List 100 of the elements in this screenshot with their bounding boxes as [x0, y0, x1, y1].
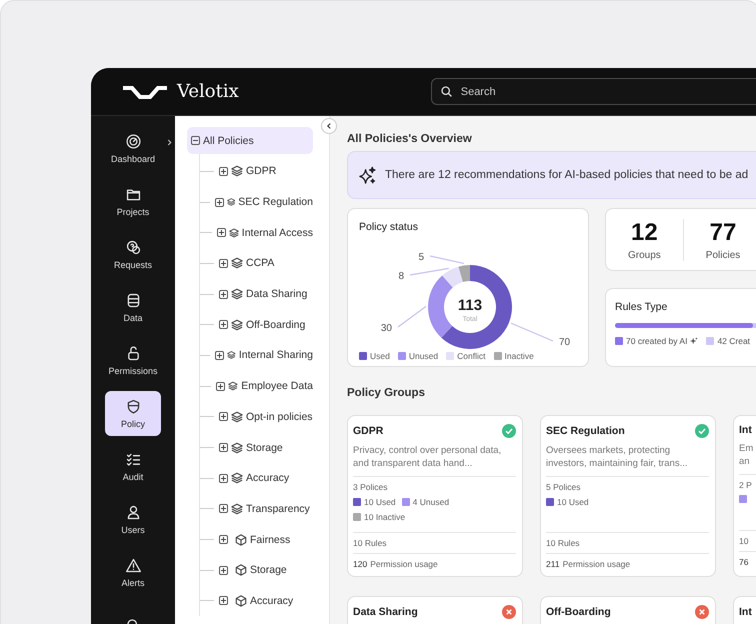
legend-swatch	[353, 513, 361, 521]
nav-item[interactable]: Alerts	[105, 550, 161, 595]
legend-swatch	[402, 498, 410, 506]
gauge-icon	[124, 133, 142, 150]
tree-item[interactable]: Off-Boarding	[246, 318, 306, 331]
banner-text: There are 12 recommendations for AI-based policies that need to be ad	[385, 169, 748, 181]
legend-swatch	[546, 498, 554, 506]
expand-icon[interactable]	[219, 596, 228, 606]
legend-label: 42 Creat	[717, 336, 750, 346]
rules-count: 10	[739, 531, 756, 552]
card-title: SEC Regulation	[546, 425, 625, 437]
expand-icon[interactable]	[219, 258, 228, 268]
collapse-icon[interactable]	[191, 136, 200, 145]
search-input[interactable]: Search	[458, 84, 605, 98]
nav-item[interactable]: Users	[105, 497, 161, 542]
card-description: Privacy, control over personal data, and transparent data hand...	[353, 444, 516, 477]
permission-label: Permission usage	[370, 559, 438, 569]
expand-sidebar-icon[interactable]	[167, 139, 172, 146]
nav-item[interactable]: Requests	[105, 232, 161, 277]
legend-swatch	[446, 352, 454, 360]
card-title: Int	[739, 424, 752, 436]
layers-icon	[231, 257, 243, 270]
policy-group-card[interactable]: SEC Regulation Oversees markets, protecting investors, maintaining fair, trans... 5 Polices 10 Used 10 Rules 211 Permission usage	[540, 415, 716, 577]
policy-count: 5 Polices	[546, 482, 582, 492]
expand-icon[interactable]	[219, 290, 228, 299]
card-title: GDPR	[353, 425, 384, 437]
policy-group-card[interactable]: Off-Boarding	[540, 596, 716, 624]
rules-count: 10 Rules	[546, 533, 709, 554]
card-title: Off-Boarding	[546, 606, 611, 618]
tree-item[interactable]: SEC Regulation	[238, 196, 313, 208]
tree-item[interactable]: Accuracy	[246, 472, 290, 484]
tree-item[interactable]: Storage	[250, 564, 287, 576]
search-icon	[440, 85, 453, 98]
expand-icon[interactable]	[215, 350, 224, 360]
expand-icon[interactable]	[219, 474, 228, 483]
nav-item[interactable]: Dashboard	[105, 126, 161, 171]
overview-title: All Policies's Overview	[347, 133, 473, 145]
tree-item[interactable]: Internal Sharing	[238, 349, 313, 362]
card-title: Policy status	[359, 221, 419, 233]
layers-icon	[228, 380, 238, 392]
tree-item[interactable]: Opt-in policies	[246, 410, 313, 423]
collapse-panel-button[interactable]	[321, 118, 337, 134]
expand-icon[interactable]	[219, 566, 228, 575]
card-title: Int	[739, 606, 752, 618]
tree-item[interactable]: Accuracy	[250, 594, 294, 607]
stat-label: Policies	[706, 250, 740, 260]
nav-item[interactable]: Projects	[105, 179, 161, 224]
legend-label: 10 Used	[364, 497, 396, 507]
expand-icon[interactable]	[219, 320, 228, 330]
data-label: 8	[398, 271, 404, 282]
expand-icon[interactable]	[219, 443, 228, 452]
policy-group-card[interactable]: GDPR Privacy, control over personal data, and transparent data hand... 3 Polices 10 Used 4 Unused 10 Inactive 10 Rules 120 Permission usage	[347, 415, 523, 577]
tree-item[interactable]: Internal Access	[242, 226, 313, 239]
tree-item[interactable]: Fairness	[250, 534, 290, 546]
expand-icon[interactable]	[216, 382, 226, 391]
nav-item[interactable]: Audit	[105, 444, 161, 489]
layers-icon	[231, 165, 243, 178]
expand-icon[interactable]	[214, 198, 224, 207]
expand-icon[interactable]	[219, 166, 228, 176]
tree-item[interactable]: Storage	[246, 442, 283, 454]
question-icon	[124, 239, 142, 256]
error-icon	[695, 605, 709, 619]
tree-item[interactable]: Employee Data	[241, 380, 313, 392]
policy-group-card[interactable]: Data Sharing	[347, 596, 523, 624]
checklist-icon	[124, 451, 142, 468]
stat-label: Groups	[628, 250, 661, 260]
legend-label: Inactive	[504, 351, 534, 361]
expand-icon[interactable]	[219, 504, 228, 514]
nav-item[interactable]: Permissions	[105, 338, 161, 383]
permission-count: 211	[546, 559, 560, 569]
policy-group-card[interactable]: Int	[733, 596, 756, 624]
legend-label: Used	[370, 351, 390, 361]
tree-item[interactable]: Transparency	[246, 502, 310, 515]
nav-item[interactable]: Data	[105, 285, 161, 330]
sparkle-icon	[358, 166, 377, 184]
tree-item[interactable]: GDPR	[246, 165, 276, 178]
expand-icon[interactable]	[219, 535, 228, 544]
layers-icon	[228, 226, 239, 239]
nav-item[interactable]: Policy	[105, 391, 161, 436]
legend-label: 4 Unused	[412, 497, 450, 507]
chevron-left-icon	[325, 122, 333, 130]
tree-item[interactable]: All Policies	[187, 127, 313, 154]
permission-count: 120	[353, 559, 368, 569]
policy-count: 3 Polices	[353, 482, 388, 492]
recommendation-banner[interactable]: There are 12 recommendations for AI-based policies that need to be ad	[347, 151, 756, 199]
tree-item[interactable]: CCPA	[246, 257, 274, 270]
legend-swatch	[398, 352, 406, 360]
legend-label: 10 Used	[557, 497, 589, 507]
leader-line	[410, 268, 449, 276]
policy-group-card[interactable]: Int Em an 2 P 10 76	[733, 415, 756, 577]
search-field[interactable]: Search	[430, 78, 756, 105]
leader-line	[398, 306, 426, 328]
expand-icon[interactable]	[216, 228, 226, 238]
expand-icon[interactable]	[219, 412, 228, 422]
card-description: Oversees markets, protecting investors, maintaining fair, trans...	[546, 444, 709, 477]
alert-icon	[124, 557, 142, 574]
check-icon	[695, 424, 709, 438]
tree-item[interactable]: Data Sharing	[246, 288, 308, 300]
cube-icon	[235, 594, 247, 607]
data-label: 70	[559, 337, 570, 348]
